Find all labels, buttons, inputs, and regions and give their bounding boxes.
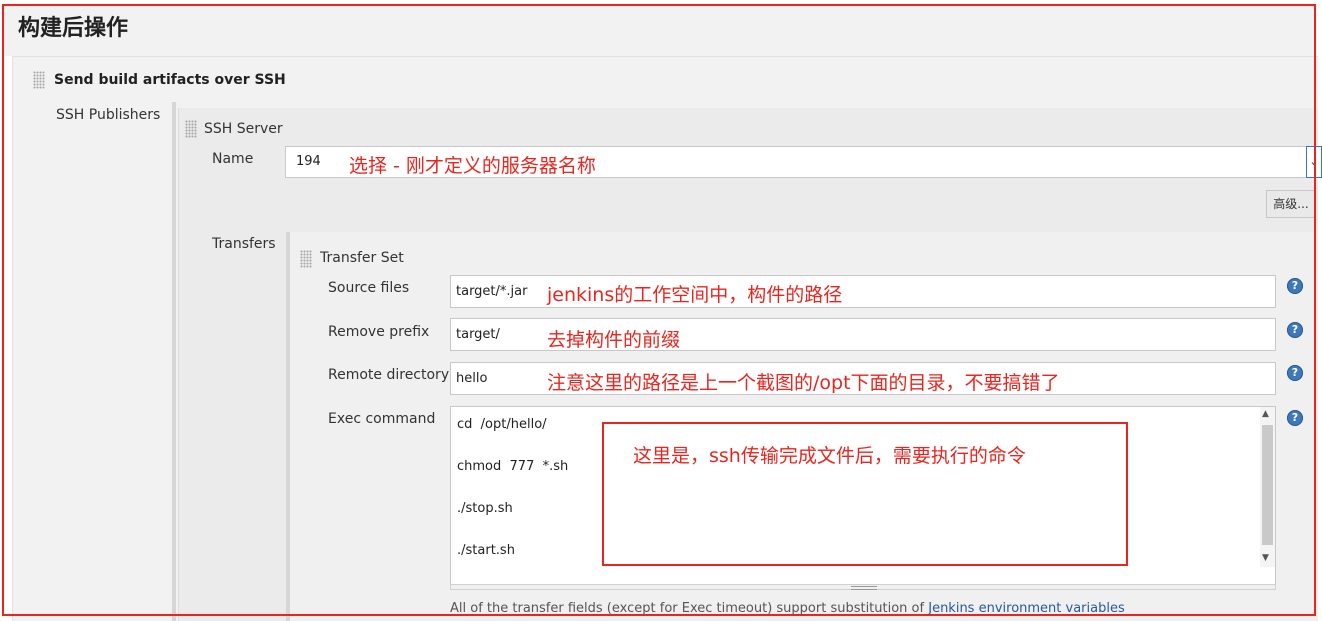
annotation-outer-frame [2, 4, 1316, 616]
